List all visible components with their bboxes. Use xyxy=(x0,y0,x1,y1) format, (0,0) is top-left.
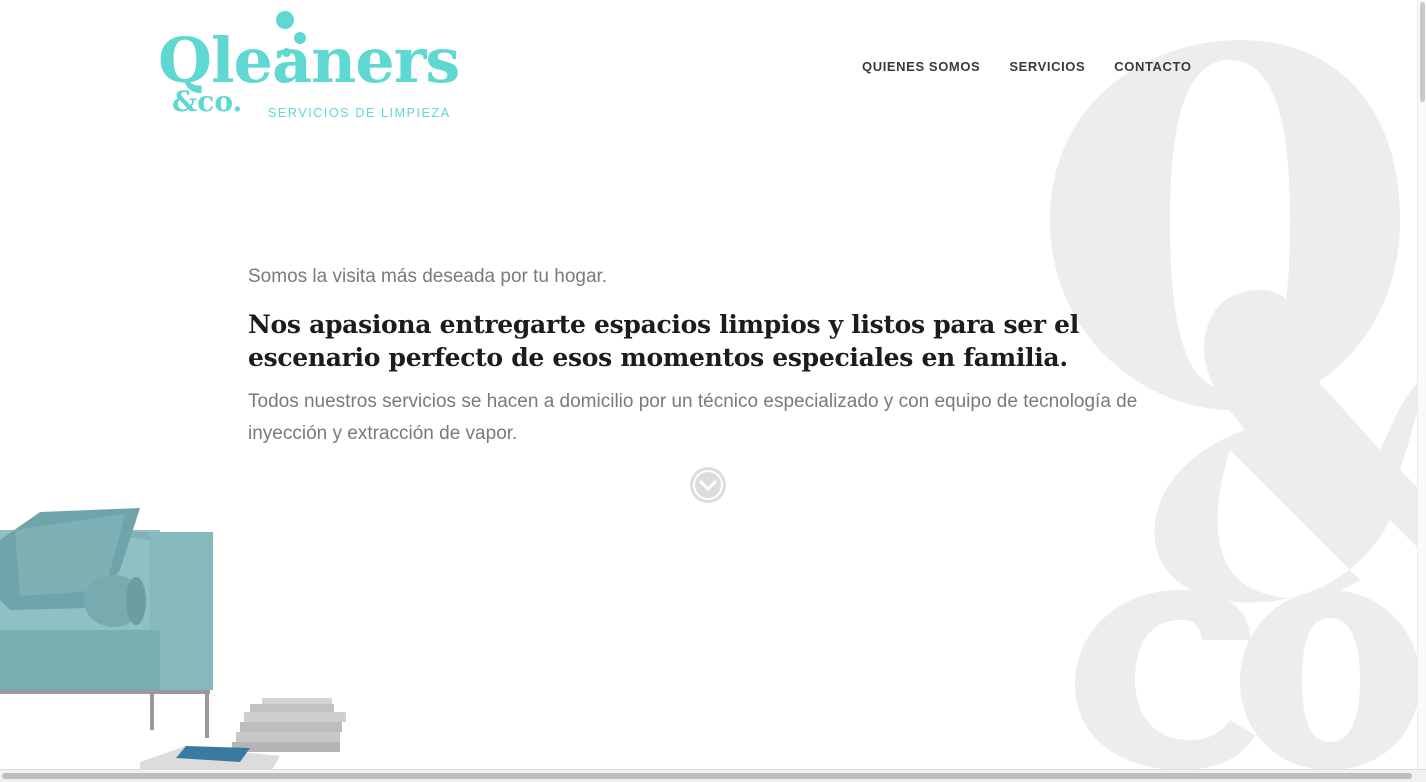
nav-item-quienes-somos[interactable]: QUIENES SOMOS xyxy=(862,59,980,74)
sofa-illustration xyxy=(0,508,346,770)
horizontal-scrollbar[interactable] xyxy=(0,769,1426,782)
nav-item-contacto[interactable]: CONTACTO xyxy=(1114,59,1191,74)
hero-headline: Nos apasiona entregarte espacios limpios… xyxy=(248,310,1079,372)
logo-suffix: &co. xyxy=(172,85,243,118)
page: Qleaners &co. SERVICIOS DE LIMPIEZA QUIE… xyxy=(0,0,1426,782)
logo-wordmark: Qleaners xyxy=(158,24,460,97)
scroll-down-button[interactable] xyxy=(690,467,726,503)
chevron-down-icon xyxy=(693,470,723,500)
main-nav: QUIENES SOMOS SERVICIOS CONTACTO xyxy=(862,59,1192,74)
hero-kicker: Somos la visita más deseada por tu hogar… xyxy=(248,266,608,287)
nav-item-servicios[interactable]: SERVICIOS xyxy=(1009,59,1085,74)
logo-tagline: SERVICIOS DE LIMPIEZA xyxy=(268,106,451,120)
hero-body: Todos nuestros servicios se hacen a domi… xyxy=(248,391,1138,444)
horizontal-scrollbar-thumb[interactable] xyxy=(2,773,1412,779)
vertical-scrollbar[interactable] xyxy=(1417,0,1426,782)
vertical-scrollbar-thumb[interactable] xyxy=(1420,2,1425,102)
brand-logo[interactable]: Qleaners &co. SERVICIOS DE LIMPIEZA xyxy=(158,8,460,126)
